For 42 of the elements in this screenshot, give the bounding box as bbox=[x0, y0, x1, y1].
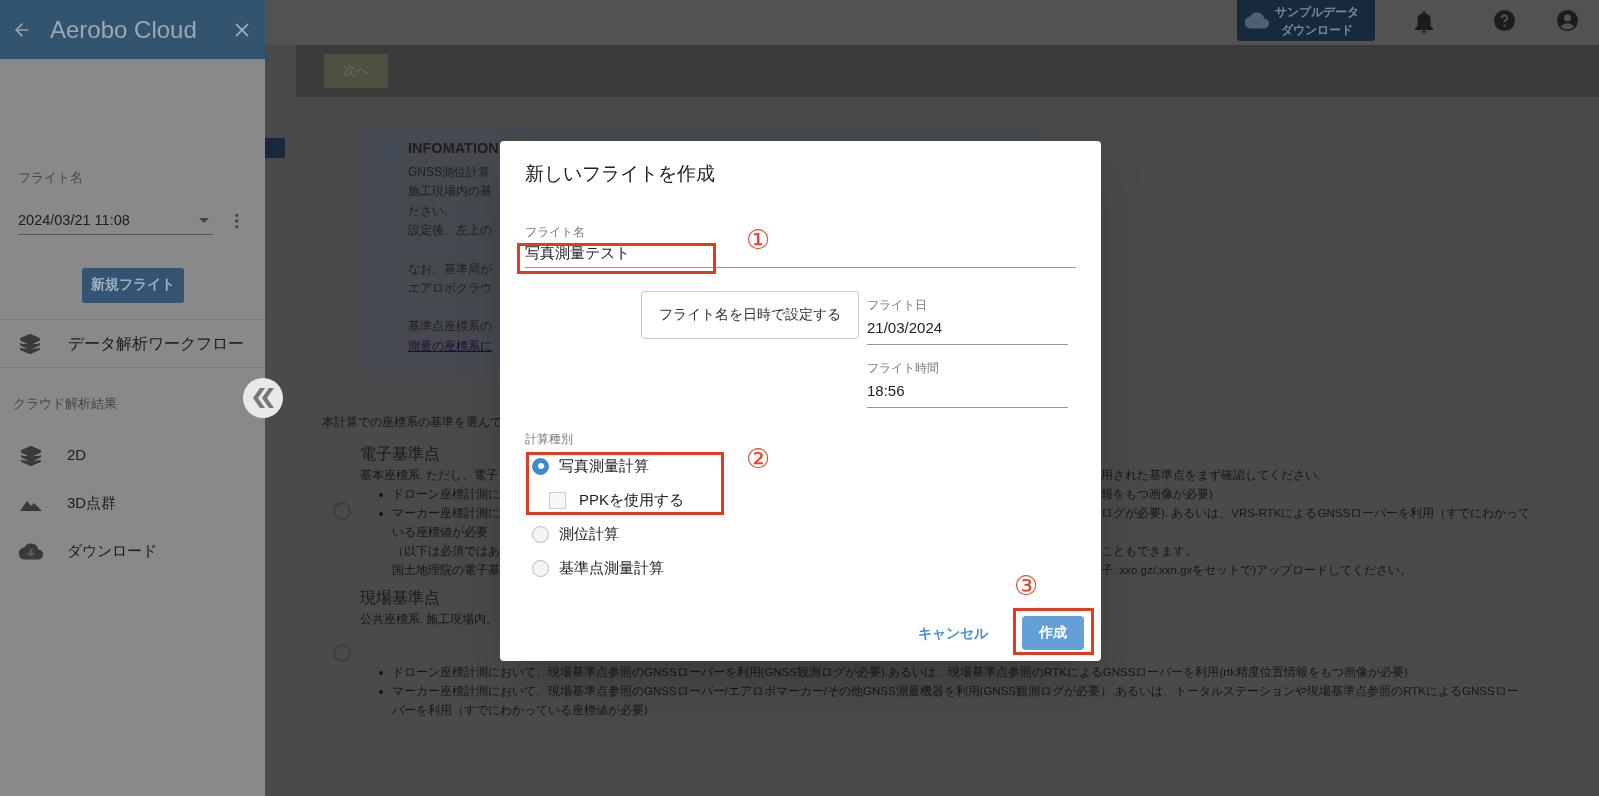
annotation-number: ② bbox=[746, 444, 771, 474]
checkbox-option[interactable]: PPKを使用する bbox=[525, 483, 684, 517]
double-chevron-icon bbox=[251, 388, 275, 408]
field-label: フライト名 bbox=[525, 225, 585, 239]
create-button[interactable]: 作成 bbox=[1022, 616, 1084, 650]
radio-option[interactable]: 基準点測量計算 bbox=[525, 551, 664, 585]
collapse-button[interactable] bbox=[243, 378, 283, 418]
flight-select[interactable]: 2024/03/21 11:08 bbox=[18, 207, 214, 235]
date-field[interactable]: 21/03/2024 bbox=[867, 312, 1068, 345]
radio-option[interactable]: 測位計算 bbox=[525, 517, 619, 551]
account-icon[interactable] bbox=[1557, 10, 1578, 31]
new-flight-button[interactable]: 新規フライト bbox=[81, 268, 184, 303]
cloud-download-icon bbox=[19, 543, 43, 560]
bullet-icon bbox=[379, 492, 383, 497]
menu-item[interactable]: 2D bbox=[0, 432, 265, 479]
sample-download-button[interactable]: サンプルデータ ダウンロード bbox=[1237, 0, 1375, 41]
cancel-button[interactable]: キャンセル bbox=[910, 616, 996, 650]
menu-item[interactable]: ダウンロード bbox=[0, 528, 265, 575]
time-field[interactable]: 18:56 bbox=[867, 375, 1068, 408]
set-name-button[interactable]: フライト名を日時で設定する bbox=[641, 291, 859, 339]
help-icon[interactable] bbox=[1494, 10, 1515, 31]
highlight-bar bbox=[265, 138, 285, 158]
bullet-icon bbox=[379, 689, 383, 694]
dialog-title: 新しいフライトを作成 bbox=[525, 162, 715, 186]
radio-option[interactable]: 写真測量計算 bbox=[525, 449, 649, 483]
annotation-number: ③ bbox=[1014, 571, 1039, 601]
field-label: フライト名 bbox=[18, 171, 83, 185]
caret-icon bbox=[199, 218, 210, 223]
section-header: クラウド解析結果 bbox=[13, 396, 117, 411]
menu-item[interactable]: データ解析ワークフロー bbox=[0, 320, 265, 367]
field-label: フライト日 bbox=[867, 298, 927, 312]
bell-icon[interactable] bbox=[1415, 11, 1433, 33]
app-title: Aerobo Cloud bbox=[50, 14, 197, 45]
bullet-icon bbox=[379, 511, 383, 516]
menu-item[interactable]: 3D点群 bbox=[0, 480, 265, 527]
layers-icon bbox=[20, 444, 42, 467]
info-icon bbox=[376, 140, 394, 158]
cloud-download-icon bbox=[1245, 12, 1269, 29]
field-label: 計算種別 bbox=[525, 432, 573, 446]
layers-icon bbox=[19, 332, 41, 355]
bullet-icon bbox=[379, 670, 383, 675]
field-label: フライト時間 bbox=[867, 361, 939, 375]
